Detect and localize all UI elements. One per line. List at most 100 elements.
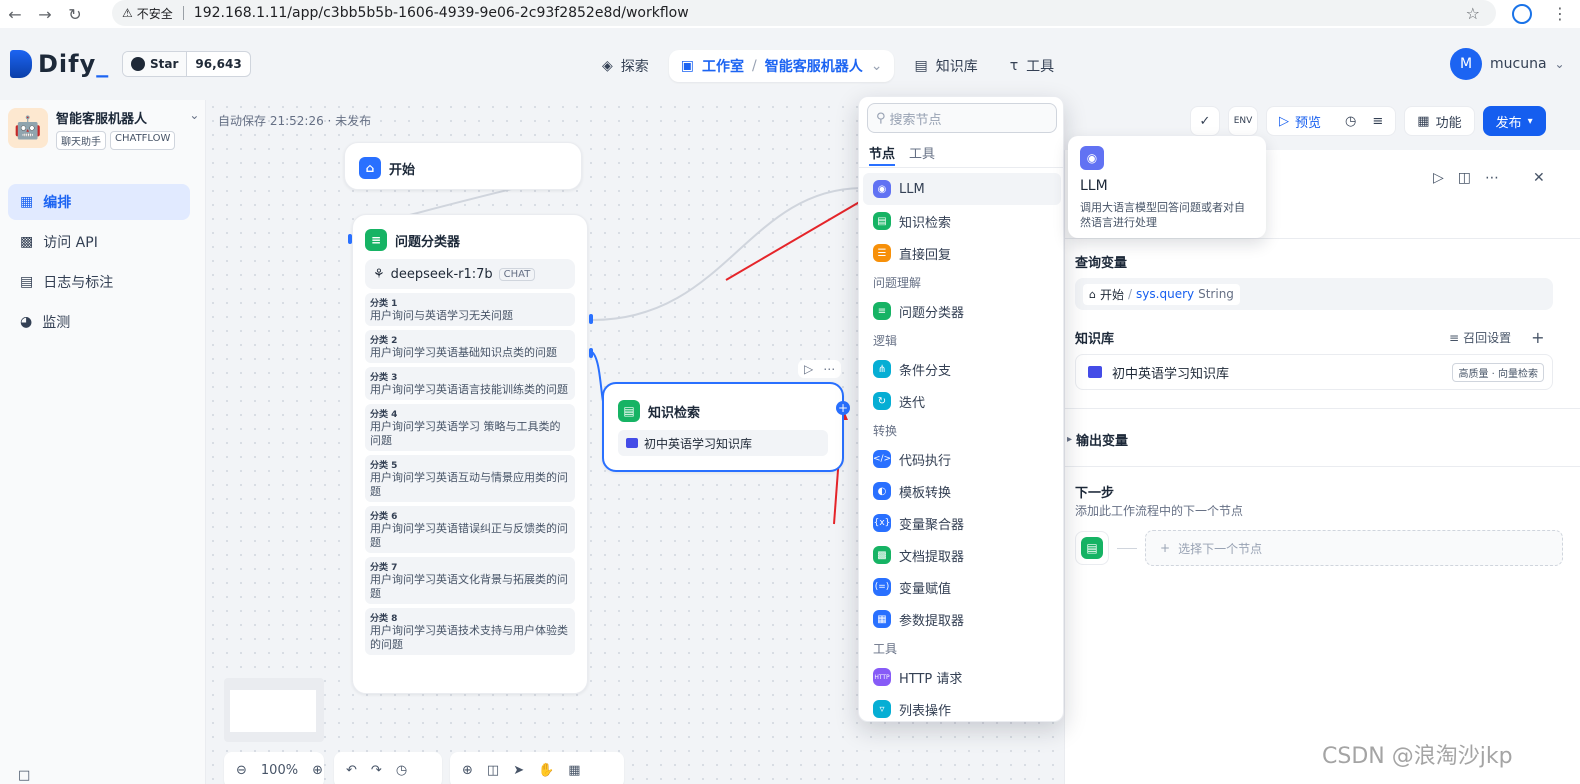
class-item[interactable]: 分类 3 用户询问学习英语语言技能训练类的问题 [365,367,575,400]
bookmark-star-icon[interactable]: ☆ [1466,4,1480,23]
node-option-classifier[interactable]: ≡ 问题分类器 [863,295,1061,327]
reload-icon[interactable]: ↻ [60,0,90,28]
node-option-aggregator[interactable]: {x} 变量聚合器 [863,507,1061,539]
model-tag: CHAT [498,267,536,281]
redo-icon[interactable]: ↷ [371,763,382,778]
node-option-llm[interactable]: ◉ LLM [863,173,1061,205]
node-option-if-else[interactable]: ⋔ 条件分支 [863,353,1061,385]
more-icon[interactable]: ⋯ [823,362,835,376]
address-bar[interactable]: ⚠ 不安全 192.168.1.11/app/c3bb5b5b-1606-4939… [112,0,1496,26]
features-button[interactable]: ▦ 功能 [1404,106,1475,136]
undo-icon[interactable]: ↶ [346,763,357,778]
user-menu[interactable]: M mucuna ⌄ [1450,48,1565,80]
app-info[interactable]: 🤖 智能客服机器人 聊天助手 CHATFLOW ⌄ [8,108,199,150]
knowledge-retrieval-node[interactable]: ▤ 知识检索 初中英语学习知识库 [602,382,844,472]
class-item[interactable]: 分类 5 用户询问学习英语互动与情景应用类的问题 [365,455,575,502]
class-item[interactable]: 分类 7 用户询问学习英语文化背景与拓展类的问题 [365,557,575,604]
collapse-sidebar-icon[interactable]: □ [18,768,30,783]
model-name: deepseek-r1:7b [390,266,493,282]
organize-icon[interactable]: ▦ [568,763,580,778]
env-button[interactable]: ENV [1228,106,1258,136]
run-icon[interactable]: ▷ [1433,170,1444,186]
class-item[interactable]: 分类 1 用户询问与英语学习无关问题 [365,293,575,326]
tab-nodes[interactable]: 节点 [869,143,896,166]
loop-icon: ↻ [873,392,891,410]
logo-text: Dify [38,50,97,78]
node-option-assigner[interactable]: (=) 变量赋值 [863,571,1061,603]
node-option-code[interactable]: </> 代码执行 [863,443,1061,475]
node-search-input[interactable]: ⚲ 搜索节点 [867,103,1057,133]
node-option-doc-extractor[interactable]: ▩ 文档提取器 [863,539,1061,571]
publish-button[interactable]: 发布 ▾ [1482,106,1546,136]
zoom-level[interactable]: 100% [261,763,298,778]
next-step-desc: 添加此工作流程中的下一个节点 [1075,504,1244,518]
class-item[interactable]: 分类 2 用户询问学习英语基础知识点类的问题 [365,330,575,363]
current-app-name[interactable]: 智能客服机器人 [765,56,863,76]
pointer-icon[interactable]: ➤ [513,763,524,778]
start-node[interactable]: ⌂ 开始 [344,142,582,190]
recall-settings-button[interactable]: ≡ 召回设置 + [1449,328,1544,347]
left-sidebar: 🤖 智能客服机器人 聊天助手 CHATFLOW ⌄ ▦ 编排 ▩ 访问 API ▤ 日… [0,100,206,784]
nav-knowledge[interactable]: ▤ 知识库 [902,50,989,82]
more-icon[interactable]: ⋯ [1485,170,1499,186]
dify-logo[interactable]: Dify_ [10,50,109,78]
browser-menu-icon[interactable]: ⋮ [1552,4,1568,23]
canvas-tools-toolbar: ⊕ ◫ ➤ ✋ ▦ [450,752,624,784]
checklist-button[interactable]: ✓ [1190,106,1220,136]
add-note-icon[interactable]: ◫ [487,763,499,778]
query-variable-field[interactable]: ⌂ 开始 / sys.query String [1075,278,1553,310]
nav-studio[interactable]: ▣ 工作室 / 智能客服机器人 ⌄ [668,50,895,82]
class-item[interactable]: 分类 4 用户询问学习英语学习 策略与工具类的问题 [365,404,575,451]
class-1-output-handle[interactable] [589,314,593,324]
add-node-icon[interactable]: ⊕ [462,763,473,778]
browser-profile-icon[interactable] [1512,4,1532,24]
add-next-node-button[interactable]: + [836,401,850,415]
http-icon: HTTP [873,668,891,686]
add-icon[interactable]: + [1531,328,1544,347]
sidebar-item-api[interactable]: ▩ 访问 API [8,224,190,260]
chevron-down-icon[interactable]: ⌄ [189,108,199,150]
run-icon[interactable]: ▷ [804,362,813,376]
github-star-button[interactable]: Star 96,643 [122,51,251,77]
current-node-icon: ▤ [1075,531,1109,565]
history-icon[interactable]: ◷ [1345,114,1356,129]
docs-icon[interactable]: ◫ [1458,170,1471,186]
node-option-iteration[interactable]: ↻ 迭代 [863,385,1061,417]
next-step-row: ▤ + 选择下一个节点 [1075,530,1563,566]
sidebar-item-monitor[interactable]: ◕ 监测 [8,304,190,340]
forward-icon[interactable]: → [30,0,60,28]
class-item[interactable]: 分类 6 用户询问学习英语错误纠正与反馈类的问题 [365,506,575,553]
node-option-http[interactable]: HTTP HTTP 请求 [863,661,1061,693]
node-option-template[interactable]: ◐ 模板转换 [863,475,1061,507]
classifier-node[interactable]: ≡ 问题分类器 ⚘ deepseek-r1:7b CHAT 分类 1 用户询问与英… [352,214,588,694]
zoom-out-icon[interactable]: ⊖ [236,763,247,778]
list-icon[interactable]: ≡ [1372,114,1383,129]
minimap[interactable] [224,678,324,742]
sidebar-item-orchestrate[interactable]: ▦ 编排 [8,184,190,220]
node-option-list-operator[interactable]: ▿ 列表操作 [863,693,1061,725]
output-variables-toggle[interactable]: ▸ 输出变量 [1067,430,1128,449]
tab-tools[interactable]: 工具 [909,143,935,166]
nav-explore[interactable]: ◈ 探索 [590,50,661,82]
nav-tools[interactable]: τ 工具 [998,50,1066,82]
preview-button[interactable]: ▷ 预览 ◷ ≡ [1266,106,1397,136]
next-step-label: 下一步 [1075,486,1115,501]
class-2-output-handle[interactable] [589,348,593,358]
browser-toolbar: ← → ↻ ⚠ 不安全 192.168.1.11/app/c3bb5b5b-160… [0,0,1580,28]
close-icon[interactable]: ✕ [1533,170,1545,186]
class-item[interactable]: 分类 8 用户询问学习英语技术支持与用户体验类的问题 [365,608,575,655]
node-option-direct-reply[interactable]: ☰ 直接回复 [863,237,1061,269]
classifier-input-handle[interactable] [348,234,352,244]
history-icon[interactable]: ◷ [396,763,407,778]
security-warning[interactable]: ⚠ 不安全 [122,5,173,22]
model-selector[interactable]: ⚘ deepseek-r1:7b CHAT [365,259,575,289]
zoom-in-icon[interactable]: ⊕ [312,763,323,778]
knowledge-base-item[interactable]: 初中英语学习知识库 高质量 · 向量检索 [1075,354,1553,390]
github-star-count: 96,643 [195,57,242,71]
node-option-param-extractor[interactable]: ▦ 参数提取器 [863,603,1061,635]
node-option-knowledge[interactable]: ▤ 知识检索 [863,205,1061,237]
sidebar-item-logs[interactable]: ▤ 日志与标注 [8,264,190,300]
hand-icon[interactable]: ✋ [538,763,554,778]
back-icon[interactable]: ← [0,0,30,28]
select-next-node-button[interactable]: + 选择下一个节点 [1145,530,1563,566]
